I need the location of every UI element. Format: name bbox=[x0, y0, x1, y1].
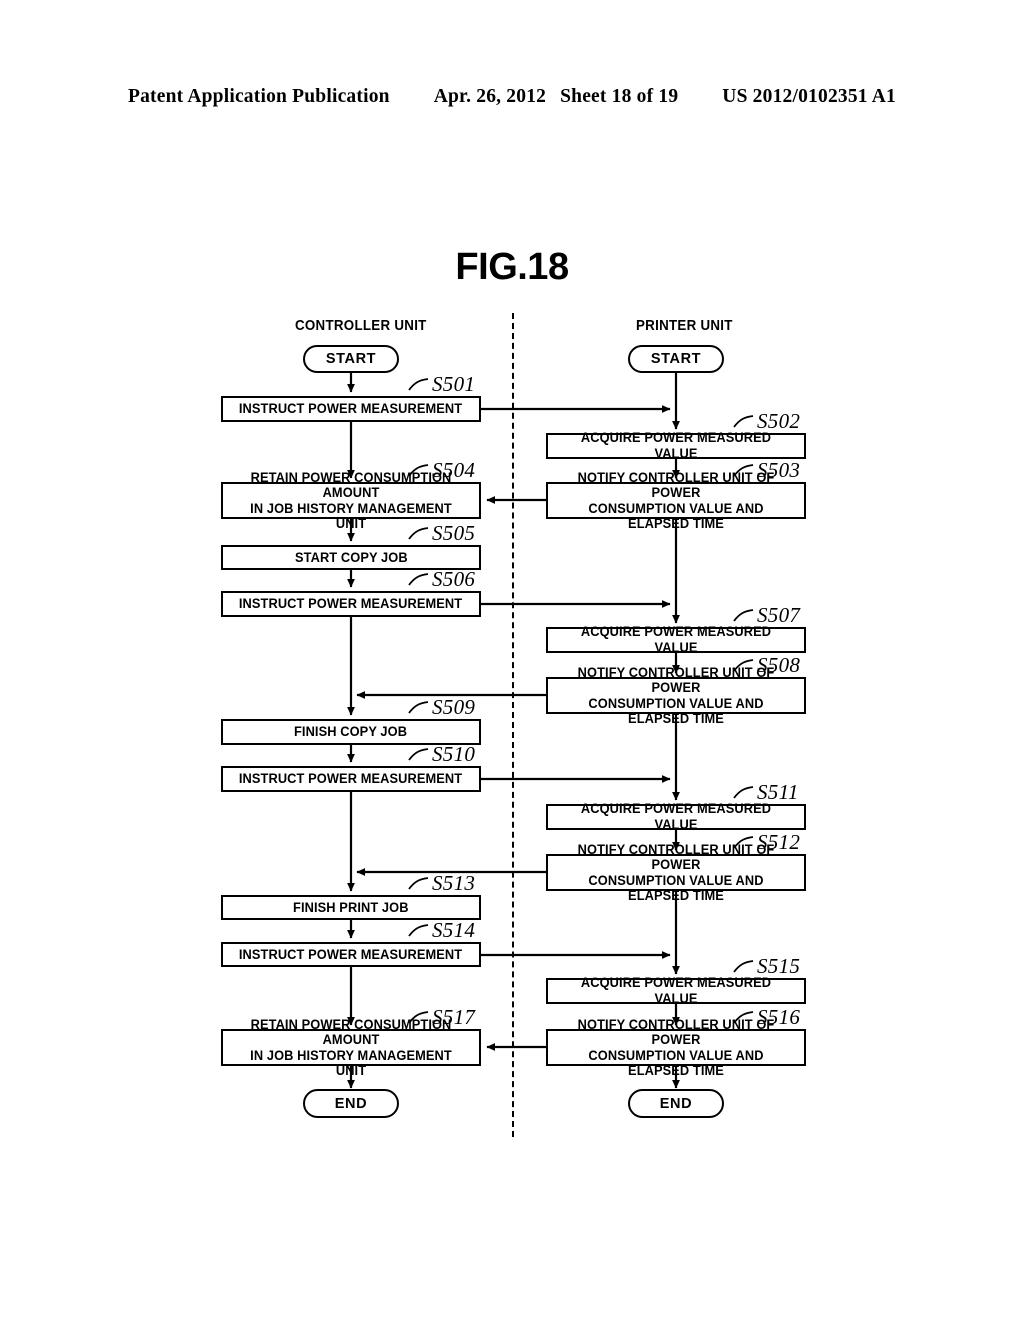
step-label-s516: S516 bbox=[757, 1005, 801, 1029]
process-box-s512-line2: CONSUMPTION VALUE AND ELAPSED TIME bbox=[588, 872, 764, 903]
step-label-s503: S503 bbox=[757, 458, 801, 482]
process-box-s512: NOTIFY CONTROLLER UNIT OF POWER CONSUMPT… bbox=[546, 842, 806, 903]
process-box-s507: ACQUIRE POWER MEASURED VALUE bbox=[546, 624, 806, 655]
process-box-s517: RETAIN POWER CONSUMPTION AMOUNT IN JOB H… bbox=[221, 1017, 481, 1078]
process-box-s517-line2: IN JOB HISTORY MANAGEMENT UNIT bbox=[250, 1047, 452, 1078]
step-label-s515: S515 bbox=[757, 954, 801, 978]
process-box-s506-text: INSTRUCT POWER MEASUREMENT bbox=[239, 596, 463, 612]
lane-label-printer: PRINTER UNIT bbox=[636, 318, 733, 334]
step-label-s509: S509 bbox=[432, 695, 476, 719]
process-box-s505-text: START COPY JOB bbox=[294, 549, 408, 565]
process-box-s504: RETAIN POWER CONSUMPTION AMOUNT IN JOB H… bbox=[221, 470, 481, 531]
step-label-s504: S504 bbox=[432, 458, 476, 482]
process-box-s511: ACQUIRE POWER MEASURED VALUE bbox=[546, 801, 806, 832]
step-label-s507: S507 bbox=[757, 603, 801, 627]
process-box-s510: INSTRUCT POWER MEASUREMENT bbox=[221, 766, 481, 792]
process-box-s514: INSTRUCT POWER MEASUREMENT bbox=[221, 942, 481, 967]
lane-divider bbox=[512, 313, 514, 1137]
step-label-s501: S501 bbox=[432, 372, 476, 396]
step-label-s506: S506 bbox=[432, 567, 476, 591]
process-box-s502-text: ACQUIRE POWER MEASURED VALUE bbox=[580, 430, 772, 461]
step-label-s512: S512 bbox=[757, 830, 801, 854]
process-box-s503-line2: CONSUMPTION VALUE AND ELAPSED TIME bbox=[588, 500, 764, 531]
process-box-s514-text: INSTRUCT POWER MEASUREMENT bbox=[239, 946, 463, 962]
terminator-controller-end: END bbox=[303, 1089, 399, 1118]
process-box-s507-text: ACQUIRE POWER MEASURED VALUE bbox=[580, 624, 772, 655]
process-box-s508-line2: CONSUMPTION VALUE AND ELAPSED TIME bbox=[588, 695, 764, 726]
process-box-s501-text: INSTRUCT POWER MEASUREMENT bbox=[239, 401, 463, 417]
step-label-s517: S517 bbox=[432, 1005, 476, 1029]
process-box-s516-line2: CONSUMPTION VALUE AND ELAPSED TIME bbox=[588, 1047, 764, 1078]
process-box-s508: NOTIFY CONTROLLER UNIT OF POWER CONSUMPT… bbox=[546, 665, 806, 726]
process-box-s515-text: ACQUIRE POWER MEASURED VALUE bbox=[580, 975, 772, 1006]
step-label-s510: S510 bbox=[432, 742, 476, 766]
step-label-s508: S508 bbox=[757, 653, 801, 677]
process-box-s509-text: FINISH COPY JOB bbox=[294, 724, 408, 740]
process-box-s515: ACQUIRE POWER MEASURED VALUE bbox=[546, 975, 806, 1006]
step-label-s502: S502 bbox=[757, 409, 801, 433]
process-box-s501: INSTRUCT POWER MEASUREMENT bbox=[221, 396, 481, 422]
process-box-s503: NOTIFY CONTROLLER UNIT OF POWER CONSUMPT… bbox=[546, 470, 806, 531]
process-box-s502: ACQUIRE POWER MEASURED VALUE bbox=[546, 430, 806, 461]
step-label-s513: S513 bbox=[432, 871, 476, 895]
step-label-s505: S505 bbox=[432, 521, 476, 545]
step-label-s511: S511 bbox=[757, 780, 799, 804]
process-box-s516: NOTIFY CONTROLLER UNIT OF POWER CONSUMPT… bbox=[546, 1017, 806, 1078]
terminator-printer-start: START bbox=[628, 345, 724, 373]
terminator-controller-start: START bbox=[303, 345, 399, 373]
terminator-printer-end: END bbox=[628, 1089, 724, 1118]
process-box-s513-text: FINISH PRINT JOB bbox=[293, 899, 409, 915]
step-label-s514: S514 bbox=[432, 918, 476, 942]
process-box-s510-text: INSTRUCT POWER MEASUREMENT bbox=[239, 771, 463, 787]
flowchart-diagram: CONTROLLER UNIT PRINTER UNIT START INSTR… bbox=[0, 0, 1024, 1320]
process-box-s506: INSTRUCT POWER MEASUREMENT bbox=[221, 591, 481, 617]
process-box-s513: FINISH PRINT JOB bbox=[221, 895, 481, 920]
lane-label-controller: CONTROLLER UNIT bbox=[295, 318, 427, 334]
process-box-s511-text: ACQUIRE POWER MEASURED VALUE bbox=[580, 801, 772, 832]
